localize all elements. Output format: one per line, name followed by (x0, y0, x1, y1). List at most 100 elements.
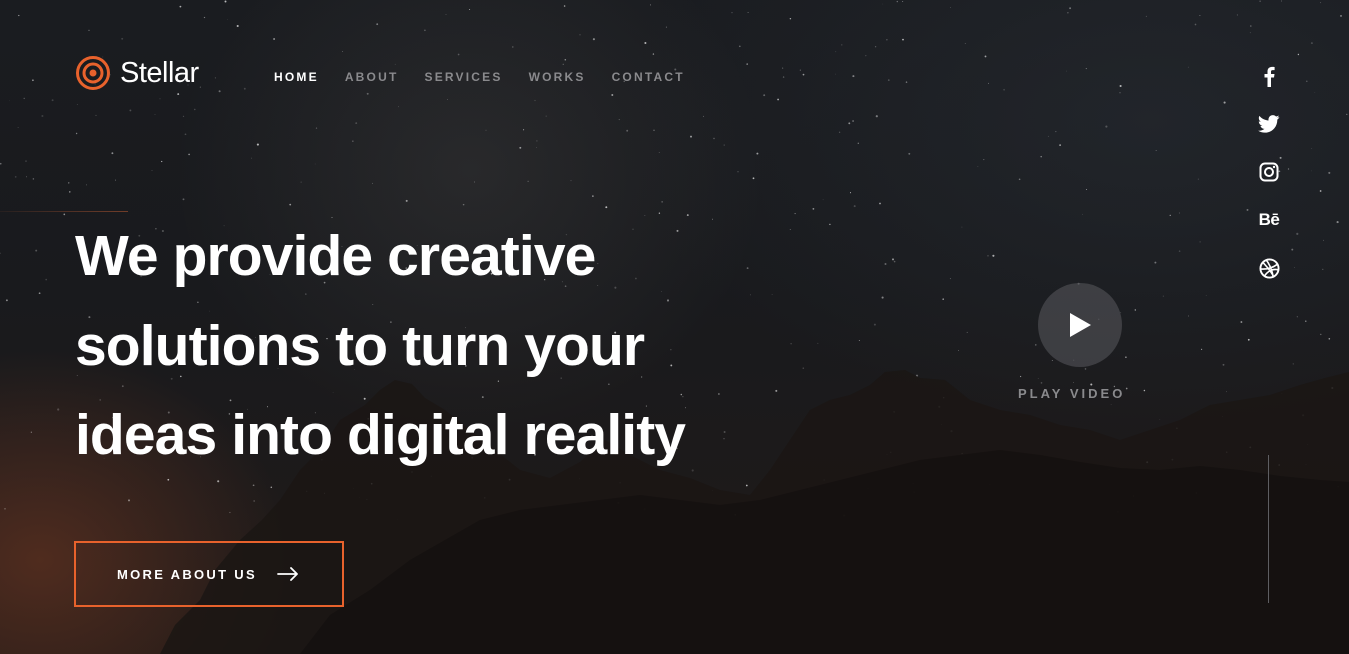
instagram-icon (1259, 162, 1279, 182)
star (879, 202, 881, 205)
more-about-us-button[interactable]: MORE ABOUT US (74, 541, 344, 607)
star (570, 180, 572, 182)
play-video-button[interactable] (1038, 283, 1122, 367)
star (992, 254, 995, 257)
instagram-link[interactable] (1257, 160, 1281, 184)
star (188, 153, 190, 156)
star (1247, 338, 1250, 341)
logo[interactable]: Stellar (75, 55, 199, 91)
star (905, 81, 908, 83)
star (865, 55, 867, 57)
star (128, 499, 130, 502)
nav-item-about[interactable]: ABOUT (345, 69, 399, 85)
star (32, 178, 35, 180)
star (852, 120, 855, 122)
star (1291, 248, 1294, 251)
star (958, 350, 959, 351)
star (942, 298, 944, 300)
star (1287, 168, 1290, 170)
star (661, 201, 663, 203)
nav-item-works[interactable]: WORKS (529, 69, 586, 85)
star (18, 14, 20, 17)
star (987, 255, 989, 257)
star (405, 199, 408, 202)
star (151, 170, 153, 171)
star (1199, 241, 1201, 243)
star (161, 160, 163, 163)
star (523, 129, 525, 131)
star (512, 46, 514, 48)
star (253, 500, 255, 502)
star (1105, 125, 1108, 128)
star (41, 114, 44, 118)
star (902, 38, 904, 41)
nav-item-services[interactable]: SERVICES (424, 69, 502, 85)
star (1069, 7, 1072, 10)
star (1051, 359, 1053, 361)
star (1311, 170, 1312, 172)
star (908, 152, 911, 155)
star (887, 79, 890, 81)
facebook-icon (1264, 66, 1275, 87)
star (1296, 316, 1298, 318)
star (177, 93, 180, 96)
star (224, 0, 227, 3)
star (789, 17, 792, 20)
star (1314, 92, 1316, 93)
star (1320, 333, 1322, 336)
star (1159, 419, 1161, 420)
star (1155, 150, 1157, 151)
star (394, 63, 396, 65)
star (835, 51, 837, 53)
twitter-link[interactable] (1257, 112, 1281, 136)
star (1346, 113, 1348, 116)
cta-label: MORE ABOUT US (117, 566, 257, 582)
star (562, 63, 564, 65)
dribbble-link[interactable] (1257, 256, 1281, 280)
star (342, 51, 344, 52)
hero-headline: We provide creative solutions to turn yo… (75, 212, 835, 481)
star (1040, 155, 1042, 158)
star (881, 296, 884, 299)
nav-item-contact[interactable]: CONTACT (612, 69, 685, 85)
brand-name: Stellar (120, 56, 199, 89)
star (690, 135, 692, 138)
star (218, 90, 221, 93)
behance-icon: Bē (1258, 210, 1280, 229)
behance-link[interactable]: Bē (1257, 208, 1281, 232)
star (977, 166, 979, 167)
star (1119, 92, 1121, 94)
star (45, 278, 47, 281)
facebook-link[interactable] (1257, 64, 1281, 88)
star (1340, 14, 1342, 17)
star (1047, 135, 1049, 137)
star (746, 63, 748, 65)
star (835, 73, 837, 75)
play-video-label[interactable]: PLAY VIDEO (1018, 386, 1148, 401)
star (236, 24, 239, 28)
star (1067, 12, 1069, 14)
star (605, 206, 608, 209)
star (1336, 221, 1339, 224)
nav-item-home[interactable]: HOME (274, 69, 319, 85)
star (5, 299, 8, 302)
star (154, 114, 156, 115)
star (203, 16, 206, 19)
star (1178, 250, 1181, 252)
star (111, 152, 114, 155)
star (1145, 15, 1147, 17)
star (1059, 144, 1061, 146)
star (650, 4, 651, 6)
star (1187, 315, 1189, 317)
star (179, 5, 182, 8)
star (1085, 68, 1087, 70)
star (217, 480, 220, 483)
star (1323, 239, 1324, 241)
star (1162, 295, 1164, 297)
star (1169, 214, 1171, 217)
star (129, 109, 132, 112)
star (723, 144, 725, 146)
star (366, 92, 369, 95)
star (822, 199, 824, 201)
star (799, 69, 801, 71)
